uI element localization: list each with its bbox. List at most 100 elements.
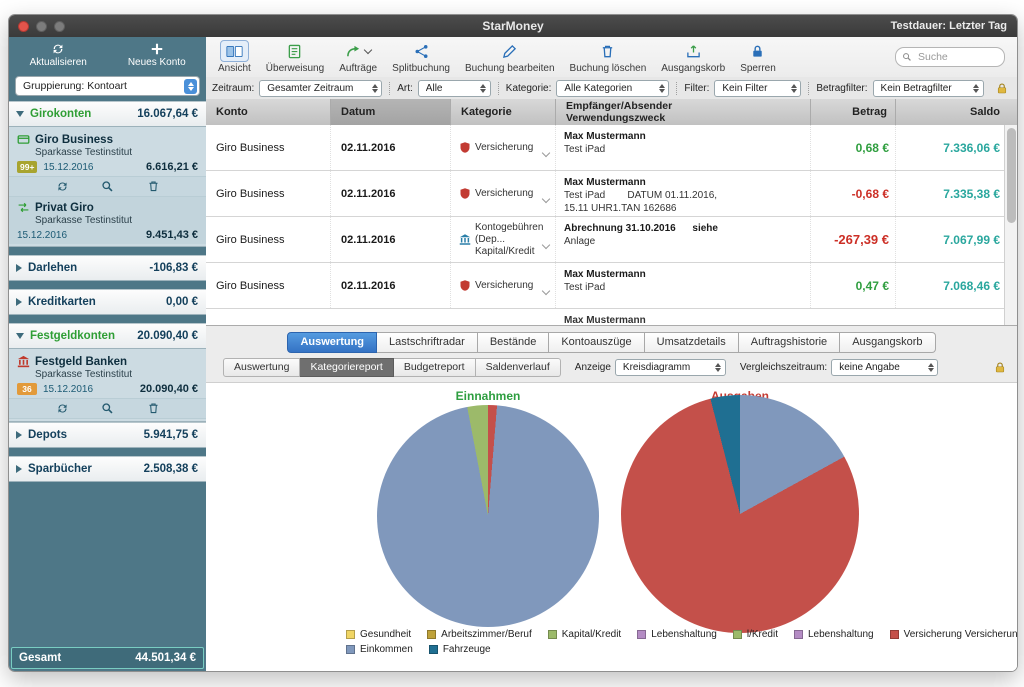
anzeige-select[interactable]: Kreisdiagramm: [615, 359, 726, 376]
sidebar-group-kreditkarten[interactable]: Kreditkarten 0,00 €: [9, 289, 206, 315]
group-label: Kreditkarten: [28, 296, 96, 308]
kategorie-cell[interactable]: Versicherung: [451, 263, 556, 308]
titlebar: StarMoney Testdauer: Letzter Tag: [9, 15, 1017, 37]
legend-item: Fahrzeuge: [429, 644, 491, 655]
refresh-icon[interactable]: [56, 180, 69, 193]
dropdown-caret-icon: [364, 46, 372, 54]
betrag-value: 0,68 €: [811, 125, 896, 170]
sidebar-group-darlehen[interactable]: Darlehen -106,83 €: [9, 255, 206, 281]
report-controls: Auswertung Kategoriereport Budgetreport …: [223, 358, 1009, 377]
account-festgeld-banken[interactable]: Festgeld Banken Sparkasse Testinstitut 3…: [9, 351, 206, 398]
toolbar-buchung-bearbeiten-button[interactable]: Buchung bearbeiten: [465, 40, 555, 74]
grouping-select[interactable]: Gruppierung: Kontoart: [15, 76, 200, 96]
sidebar-group-girokonten[interactable]: Girokonten 16.067,64 €: [9, 101, 206, 127]
toolbar-button-label: Buchung bearbeiten: [465, 63, 555, 74]
toolbar-button-label: Ansicht: [218, 63, 251, 74]
refresh-accounts-button[interactable]: Aktualisieren: [9, 42, 108, 68]
table-scrollbar[interactable]: [1004, 125, 1017, 325]
filter-lock-button[interactable]: [996, 82, 1008, 95]
column-header-betrag[interactable]: Betrag: [811, 99, 896, 125]
bottom-panel: Auswertung Lastschriftradar Bestände Kon…: [206, 325, 1017, 671]
table-row[interactable]: Giro Business 02.11.2016 Versicherung Ma…: [206, 263, 1017, 309]
toolbar-sperren-button[interactable]: Sperren: [740, 40, 776, 74]
toolbar-ueberweisung-button[interactable]: Überweisung: [266, 40, 324, 74]
scrollbar-thumb[interactable]: [1007, 128, 1016, 223]
kategorie-cell[interactable]: Kontogebühren (Dep...Kapital/Kredit: [451, 217, 556, 262]
sidebar: Aktualisieren Neues Konto Gruppierung: K…: [9, 37, 206, 671]
tab-kontoauszuege[interactable]: Kontoauszüge: [549, 332, 644, 353]
sidebar-group-depots[interactable]: Depots 5.941,75 €: [9, 422, 206, 448]
toolbar-splitbuchung-button[interactable]: Splitbuchung: [392, 40, 450, 74]
chevron-right-icon: [16, 264, 22, 272]
table-row-partial[interactable]: Max Mustermann: [206, 309, 1017, 326]
search-icon[interactable]: [101, 180, 114, 193]
account-toolbar: [9, 398, 206, 419]
art-filter-select[interactable]: Alle: [418, 80, 491, 97]
select-arrows-icon: [370, 84, 379, 93]
zeitraum-filter-select[interactable]: Gesamter Zeitraum: [259, 80, 382, 97]
account-giro-business[interactable]: Giro Business Sparkasse Testinstitut 99+…: [9, 129, 206, 176]
trash-icon[interactable]: [147, 180, 160, 193]
legend-swatch: [794, 630, 803, 639]
new-account-button[interactable]: Neues Konto: [108, 42, 207, 68]
chevron-right-icon: [16, 431, 22, 439]
column-header-saldo[interactable]: Saldo: [896, 99, 1017, 125]
column-header-konto[interactable]: Konto: [206, 99, 331, 125]
anzeige-label: Anzeige: [575, 362, 611, 373]
trash-icon[interactable]: [147, 402, 160, 415]
kategorie-cell[interactable]: Versicherung: [451, 125, 556, 170]
transactions-table: Giro Business 02.11.2016 Versicherung Ma…: [206, 125, 1017, 326]
legend-swatch: [637, 630, 646, 639]
vergleichszeitraum-label: Vergleichszeitraum:: [740, 362, 827, 373]
search-field[interactable]: [895, 47, 1005, 67]
subtab-auswertung[interactable]: Auswertung: [223, 358, 300, 377]
total-label: Gesamt: [19, 652, 61, 664]
legend-swatch: [346, 645, 355, 654]
table-row[interactable]: Giro Business 02.11.2016 Kontogebühren (…: [206, 217, 1017, 263]
search-icon[interactable]: [101, 402, 114, 415]
toolbar-ansicht-button[interactable]: Ansicht: [218, 40, 251, 74]
tab-auftragshistorie[interactable]: Auftragshistorie: [739, 332, 840, 353]
column-header-empfaenger[interactable]: Empfänger/AbsenderVerwendungszweck: [556, 99, 811, 125]
sidebar-group-sparbuecher[interactable]: Sparbücher 2.508,38 €: [9, 456, 206, 482]
sidebar-group-festgeldkonten[interactable]: Festgeldkonten 20.090,40 €: [9, 323, 206, 349]
refresh-icon[interactable]: [56, 402, 69, 415]
toolbar-buchung-loeschen-button[interactable]: Buchung löschen: [570, 40, 647, 74]
total-amount: 44.501,34 €: [135, 652, 196, 664]
column-header-datum[interactable]: Datum: [331, 99, 451, 125]
toolbar-button-label: Sperren: [740, 63, 776, 74]
empfaenger-cell: Max Mustermann Test iPad: [556, 125, 811, 170]
subtab-kategoriereport[interactable]: Kategoriereport: [300, 358, 393, 377]
toolbar-auftraege-button[interactable]: Aufträge: [339, 40, 377, 74]
outbox-icon: [685, 44, 702, 59]
column-header-kategorie[interactable]: Kategorie: [451, 99, 556, 125]
account-groups: Girokonten 16.067,64 € Giro Business Spa…: [9, 101, 206, 482]
report-lock-button[interactable]: [994, 361, 1006, 374]
toolbar-ausgangskorb-button[interactable]: Ausgangskorb: [661, 40, 725, 74]
group-amount: 20.090,40 €: [137, 330, 198, 342]
divider: [498, 82, 499, 95]
betragfilter-filter-select[interactable]: Kein Betragfilter: [873, 80, 984, 97]
subtab-saldenverlauf[interactable]: Saldenverlauf: [476, 358, 561, 377]
legend-swatch: [548, 630, 557, 639]
tab-umsatzdetails[interactable]: Umsatzdetails: [645, 332, 739, 353]
select-arrows-icon: [789, 84, 798, 93]
tab-auswertung[interactable]: Auswertung: [287, 332, 377, 353]
tab-ausgangskorb[interactable]: Ausgangskorb: [840, 332, 935, 353]
table-row[interactable]: Giro Business 02.11.2016 Versicherung Ma…: [206, 125, 1017, 171]
vergleichszeitraum-select[interactable]: keine Angabe: [831, 359, 938, 376]
tab-lastschriftradar[interactable]: Lastschriftradar: [377, 332, 478, 353]
search-input[interactable]: [916, 50, 998, 64]
empfaenger-cell: Max Mustermann Test iPad DATUM 01.11.201…: [556, 171, 811, 216]
filter-filter-select[interactable]: Kein Filter: [714, 80, 801, 97]
titlebar-status: Testdauer: Letzter Tag: [891, 20, 1007, 32]
group-amount: 16.067,64 €: [137, 108, 198, 120]
account-privat-giro[interactable]: Privat Giro Sparkasse Testinstitut 15.12…: [9, 197, 206, 244]
kategorie-filter-select[interactable]: Alle Kategorien: [556, 80, 669, 97]
kategorie-cell[interactable]: Versicherung: [451, 171, 556, 216]
legend-swatch: [429, 645, 438, 654]
tab-bestaende[interactable]: Bestände: [478, 332, 549, 353]
subtab-budgetreport[interactable]: Budgetreport: [394, 358, 476, 377]
legend-swatch: [346, 630, 355, 639]
table-row[interactable]: Giro Business 02.11.2016 Versicherung Ma…: [206, 171, 1017, 217]
